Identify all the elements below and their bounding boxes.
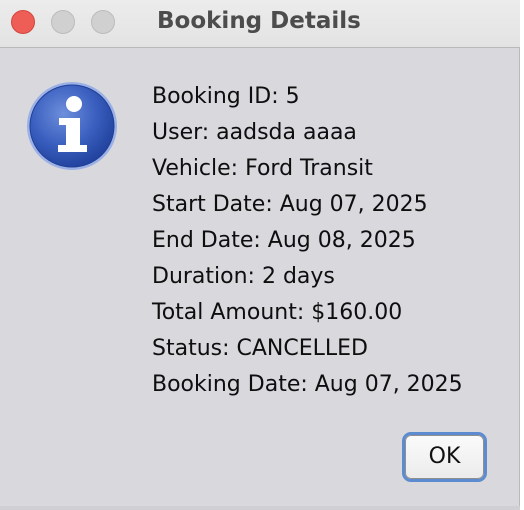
zoom-window-button[interactable] [91, 10, 115, 34]
booking-date-text: Booking Date: Aug 07, 2025 [152, 372, 463, 397]
user-text: User: aadsda aaaa [152, 120, 357, 145]
booking-details-list: Booking ID: 5 User: aadsda aaaa Vehicle:… [152, 80, 512, 404]
window-bottom-edge [0, 506, 520, 510]
end-date-text: End Date: Aug 08, 2025 [152, 228, 416, 253]
ok-button[interactable]: OK [402, 432, 487, 482]
window-title: Booking Details [157, 8, 361, 34]
close-window-button[interactable] [11, 10, 35, 34]
booking-details-dialog: Booking Details Booking ID: 5 User: aads… [0, 0, 520, 510]
minimize-window-button[interactable] [51, 10, 75, 34]
title-bar[interactable]: Booking Details [0, 0, 520, 48]
booking-id-text: Booking ID: 5 [152, 84, 300, 109]
start-date-text: Start Date: Aug 07, 2025 [152, 192, 428, 217]
vehicle-text: Vehicle: Ford Transit [152, 156, 373, 181]
status-text: Status: CANCELLED [152, 336, 368, 361]
total-amount-text: Total Amount: $160.00 [152, 300, 403, 325]
duration-text: Duration: 2 days [152, 264, 335, 289]
info-icon [27, 82, 117, 170]
